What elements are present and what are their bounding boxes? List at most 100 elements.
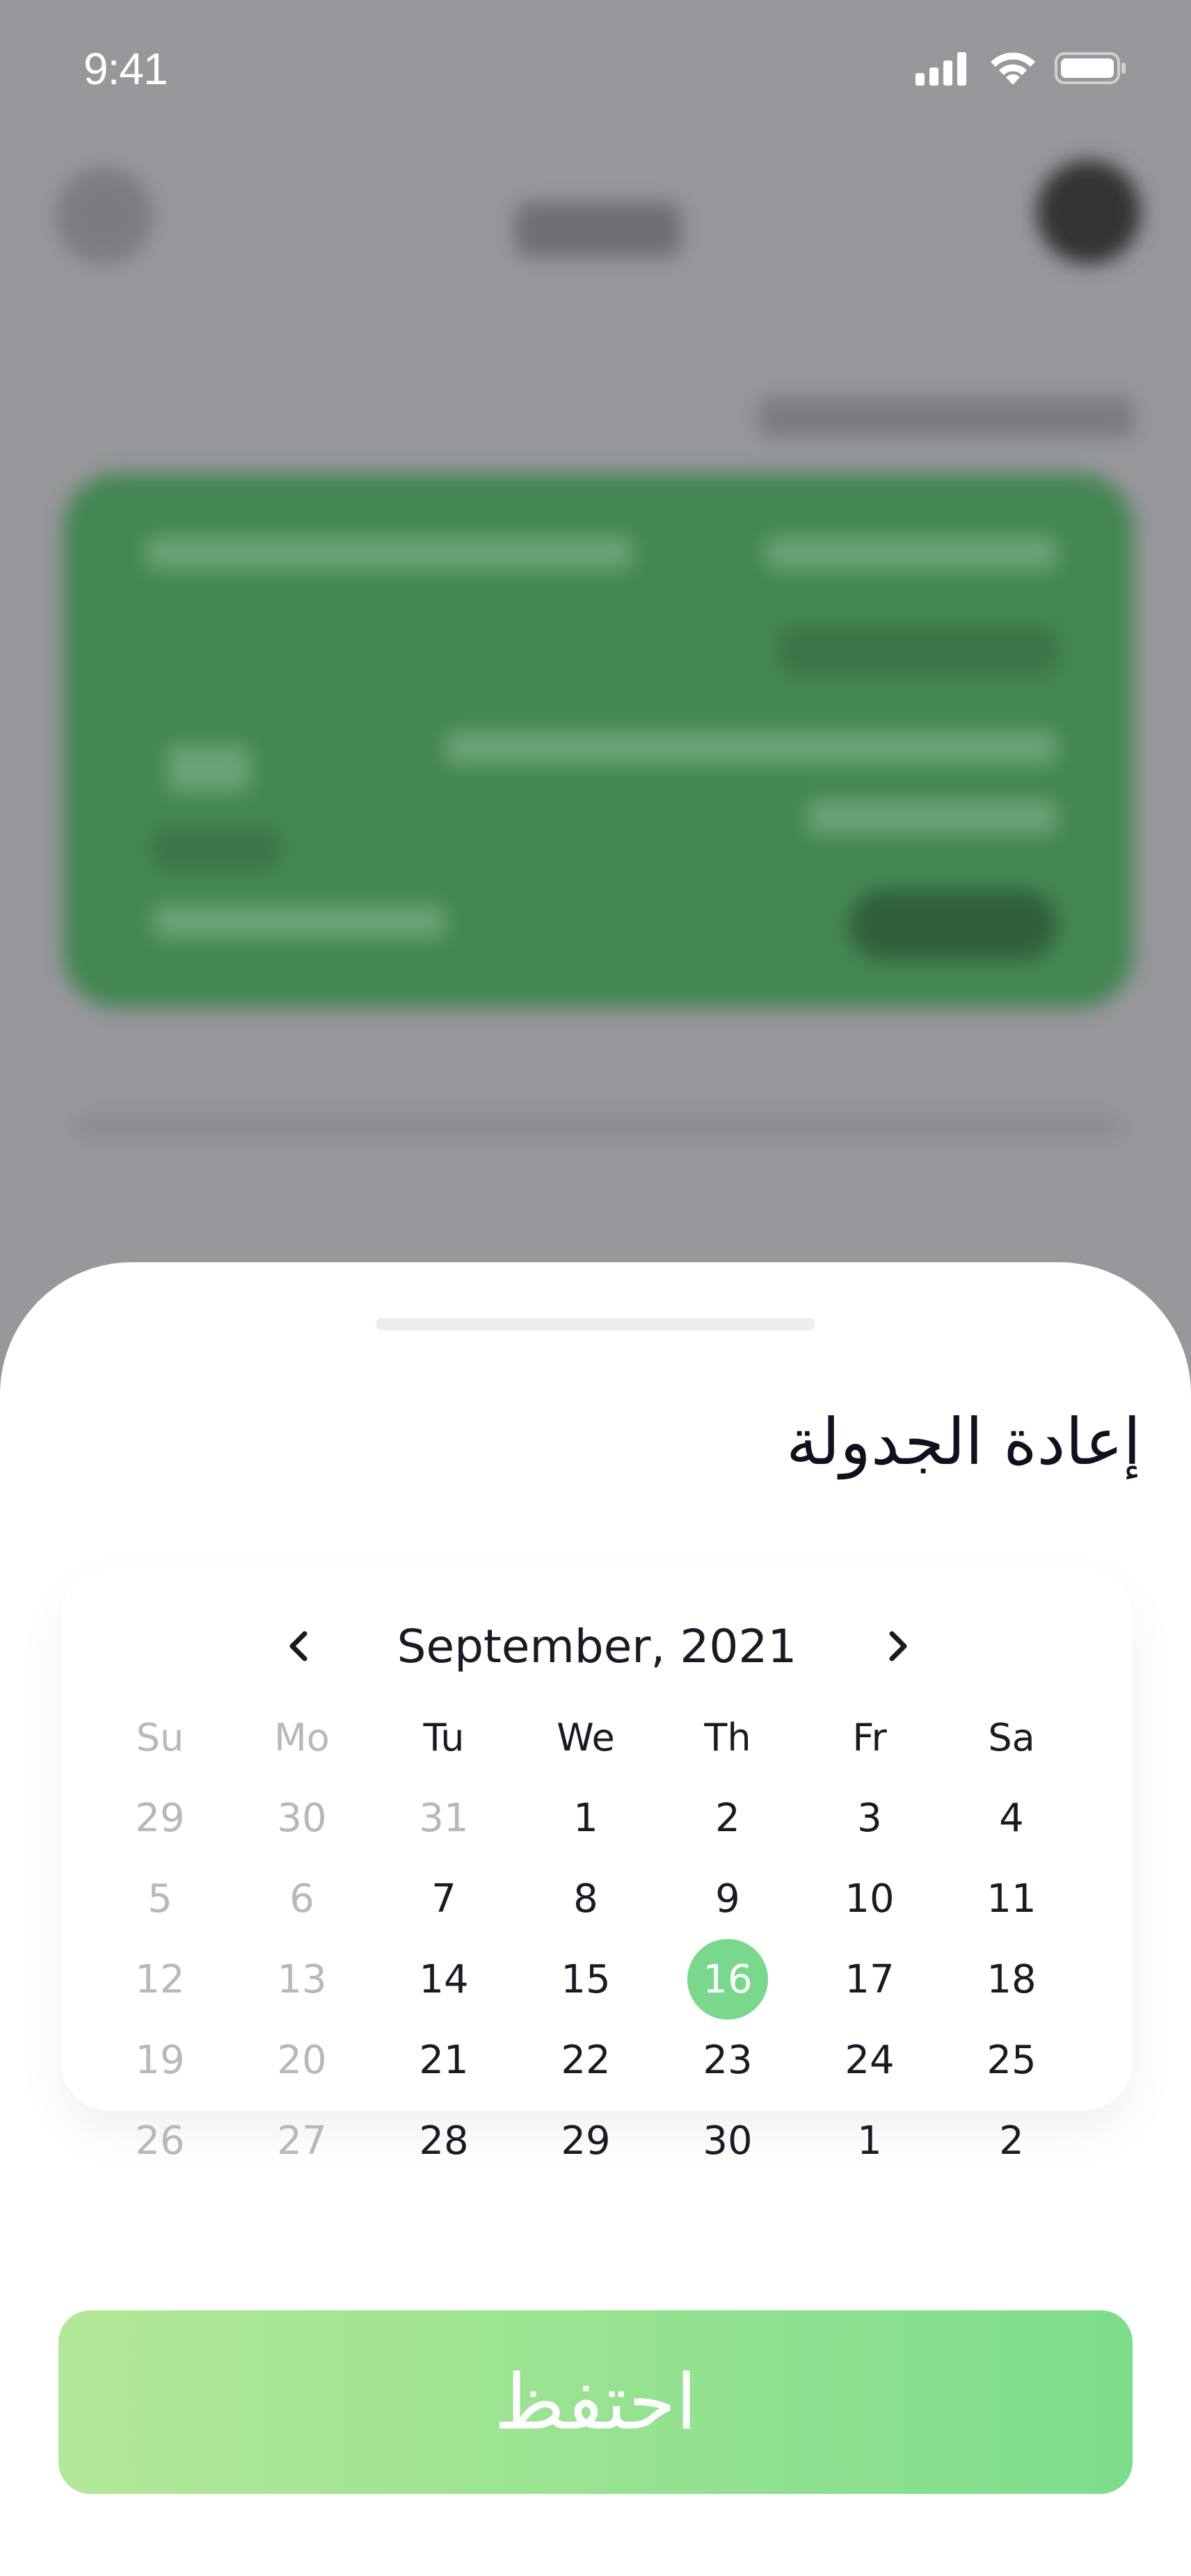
day-number: 30 bbox=[277, 1795, 327, 1841]
calendar-week-row: 5 6 7 8 9 10 11 bbox=[89, 1858, 1106, 1939]
wifi-icon bbox=[991, 52, 1035, 85]
day-number: 9 bbox=[715, 1876, 740, 1922]
card-line bbox=[807, 800, 1057, 835]
calendar-day[interactable]: 14 bbox=[373, 1939, 515, 2020]
day-number: 13 bbox=[277, 1956, 327, 2002]
card-line bbox=[153, 828, 278, 869]
calendar-week-row: 19 20 21 22 23 24 25 bbox=[89, 2020, 1106, 2100]
profile-avatar bbox=[1037, 160, 1141, 264]
calendar-grid: Su Mo Tu We Th Fr Sa 29 30 31 1 2 3 4 5 … bbox=[89, 1697, 1106, 2181]
day-number: 6 bbox=[289, 1876, 314, 1922]
chevron-right-icon[interactable] bbox=[875, 1624, 920, 1668]
calendar-day[interactable]: 11 bbox=[941, 1858, 1082, 1939]
cellular-signal-icon bbox=[916, 52, 966, 86]
weekday-label: Su bbox=[136, 1715, 184, 1760]
calendar-day[interactable]: 22 bbox=[515, 2020, 657, 2100]
calendar-day[interactable]: 8 bbox=[515, 1858, 657, 1939]
day-number: 5 bbox=[147, 1876, 173, 1922]
bg-text-line bbox=[77, 1113, 1120, 1141]
calendar-week-row: 26 27 28 29 30 1 2 bbox=[89, 2100, 1106, 2181]
day-number: 19 bbox=[135, 2037, 185, 2083]
day-number: 20 bbox=[277, 2037, 327, 2083]
calendar-card: September, 2021 Su Mo Tu We Th Fr Sa 29 … bbox=[61, 1568, 1133, 2164]
day-number: 10 bbox=[845, 1876, 895, 1922]
day-number: 17 bbox=[845, 1956, 895, 2002]
day-number: 21 bbox=[419, 2037, 469, 2083]
status-bar: 9:41 bbox=[0, 0, 1191, 139]
battery-icon bbox=[1055, 52, 1126, 84]
header-title-placeholder bbox=[515, 202, 682, 257]
calendar-day: 29 bbox=[89, 1778, 231, 1858]
day-number: 1 bbox=[573, 1795, 598, 1841]
calendar-day[interactable]: 7 bbox=[373, 1858, 515, 1939]
calendar-day[interactable]: 1 bbox=[515, 1778, 657, 1858]
calendar-day[interactable]: 24 bbox=[799, 2020, 941, 2100]
calendar-day: 13 bbox=[231, 1939, 373, 2020]
reschedule-sheet: إعادة الجدولة September, 2021 Su Mo Tu W… bbox=[0, 1262, 1191, 2576]
calendar-day[interactable]: 15 bbox=[515, 1939, 657, 2020]
calendar-day[interactable]: 1 bbox=[799, 2100, 941, 2181]
weekday-header-row: Su Mo Tu We Th Fr Sa bbox=[89, 1697, 1106, 1778]
save-button-label: احتفظ bbox=[494, 2358, 697, 2447]
selected-day-number: 16 bbox=[687, 1939, 768, 2020]
calendar-day[interactable]: 4 bbox=[941, 1778, 1082, 1858]
day-number: 18 bbox=[986, 1956, 1037, 2002]
calendar-day[interactable]: 9 bbox=[657, 1858, 799, 1939]
app-screen: 9:41 إعادة الجدولة September, 2021 Su Mo… bbox=[0, 0, 1191, 2576]
day-number: 4 bbox=[999, 1795, 1024, 1841]
calendar-day[interactable]: 21 bbox=[373, 2020, 515, 2100]
day-number: 2 bbox=[715, 1795, 740, 1841]
calendar-day[interactable]: 3 bbox=[799, 1778, 941, 1858]
calendar-day: 5 bbox=[89, 1858, 231, 1939]
calendar-day-selected[interactable]: 16 bbox=[657, 1939, 799, 2020]
day-number: 7 bbox=[431, 1876, 456, 1922]
card-line bbox=[445, 730, 1057, 765]
calendar-day: 26 bbox=[89, 2100, 231, 2181]
calendar-day[interactable]: 23 bbox=[657, 2020, 799, 2100]
calendar-day[interactable]: 30 bbox=[657, 2100, 799, 2181]
calendar-month-label: September, 2021 bbox=[397, 1620, 797, 1673]
day-number: 29 bbox=[561, 2118, 611, 2164]
section-heading-placeholder bbox=[758, 396, 1134, 438]
calendar-day[interactable]: 25 bbox=[941, 2020, 1082, 2100]
day-number: 24 bbox=[845, 2037, 895, 2083]
day-number: 11 bbox=[986, 1876, 1037, 1922]
calendar-day[interactable]: 29 bbox=[515, 2100, 657, 2181]
card-line bbox=[153, 904, 445, 939]
calendar-day: 20 bbox=[231, 2020, 373, 2100]
day-number: 31 bbox=[419, 1795, 469, 1841]
card-button-placeholder bbox=[849, 890, 1057, 960]
card-line bbox=[167, 744, 250, 793]
calendar-day: 27 bbox=[231, 2100, 373, 2181]
day-number: 15 bbox=[561, 1956, 611, 2002]
status-icons bbox=[916, 50, 1127, 86]
calendar-day[interactable]: 2 bbox=[941, 2100, 1082, 2181]
weekday-label: Tu bbox=[423, 1715, 465, 1760]
calendar-day[interactable]: 10 bbox=[799, 1858, 941, 1939]
calendar-header: September, 2021 bbox=[61, 1610, 1133, 1680]
day-number: 23 bbox=[703, 2037, 753, 2083]
calendar-day: 12 bbox=[89, 1939, 231, 2020]
day-number: 14 bbox=[419, 1956, 469, 2002]
calendar-day: 31 bbox=[373, 1778, 515, 1858]
day-number: 25 bbox=[986, 2037, 1037, 2083]
calendar-day[interactable]: 2 bbox=[657, 1778, 799, 1858]
weekday-label: Fr bbox=[852, 1715, 887, 1760]
day-number: 2 bbox=[999, 2118, 1024, 2164]
save-button[interactable]: احتفظ bbox=[58, 2310, 1133, 2494]
sheet-grabber[interactable] bbox=[376, 1318, 815, 1330]
card-line bbox=[779, 626, 1057, 675]
status-time: 9:41 bbox=[83, 44, 168, 94]
calendar-day: 6 bbox=[231, 1858, 373, 1939]
calendar-day[interactable]: 28 bbox=[373, 2100, 515, 2181]
calendar-day[interactable]: 17 bbox=[799, 1939, 941, 2020]
weekday-label: Sa bbox=[988, 1715, 1035, 1760]
calendar-day: 30 bbox=[231, 1778, 373, 1858]
day-number: 28 bbox=[419, 2118, 469, 2164]
day-number: 30 bbox=[703, 2118, 753, 2164]
weekday-label: Th bbox=[704, 1715, 751, 1760]
card-line bbox=[765, 536, 1057, 570]
day-number: 3 bbox=[857, 1795, 882, 1841]
calendar-day[interactable]: 18 bbox=[941, 1939, 1082, 2020]
calendar-week-row: 12 13 14 15 16 17 18 bbox=[89, 1939, 1106, 2020]
